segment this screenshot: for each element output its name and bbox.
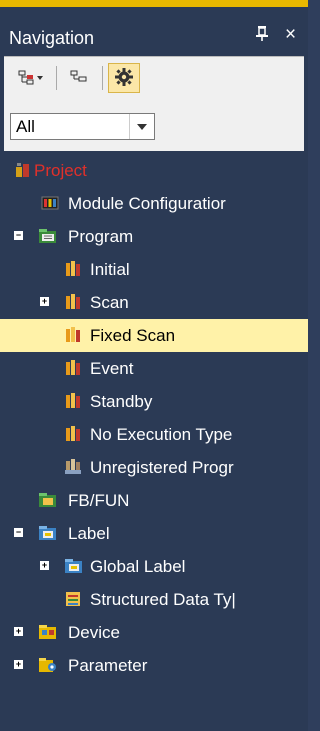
tree-item-label: Global Label (90, 557, 186, 576)
expand-icon[interactable]: + (14, 627, 23, 636)
tree-item-initial[interactable]: Initial (0, 253, 308, 286)
panel-toolbar (4, 56, 304, 101)
tree-item-label-folder[interactable]: − Label (0, 517, 308, 550)
settings-button[interactable] (108, 63, 140, 93)
close-icon[interactable]: × (285, 24, 296, 46)
program-block-icon (64, 260, 82, 278)
program-block-icon (64, 326, 82, 344)
tree-item-event[interactable]: Event (0, 352, 308, 385)
device-icon (38, 623, 56, 641)
panel-active-edge (0, 0, 308, 7)
tree-item-parameter[interactable]: + Parameter (0, 649, 308, 682)
tree-item-label: Module Configuratior (68, 194, 226, 213)
tree-item-global-label[interactable]: + Global Label (0, 550, 308, 583)
list-view-button[interactable] (64, 63, 94, 93)
tree-item-fixed-scan[interactable]: Fixed Scan (0, 319, 308, 352)
program-block-icon (64, 359, 82, 377)
toolbar-separator (102, 66, 103, 90)
navigation-panel: Navigation × All Project Module Configur… (0, 0, 308, 731)
project-icon (14, 161, 32, 179)
filter-bar: All (4, 101, 304, 151)
toolbar-separator (56, 66, 57, 90)
filter-dropdown[interactable]: All (10, 113, 155, 140)
tree-item-label: Structured Data Ty| (90, 590, 236, 609)
tree-item-fb-fun[interactable]: FB/FUN (0, 484, 308, 517)
program-block-icon (64, 425, 82, 443)
expand-icon[interactable]: + (40, 561, 49, 570)
module-configuration-icon (41, 194, 59, 212)
collapse-icon[interactable]: − (14, 528, 23, 537)
settings-gear-icon (114, 67, 134, 90)
tree-item-device[interactable]: + Device (0, 616, 308, 649)
tree-item-label: Parameter (68, 656, 148, 675)
pin-icon[interactable] (255, 25, 269, 46)
unregistered-program-icon (64, 458, 82, 476)
expand-icon[interactable]: + (40, 297, 49, 306)
tree-item-label: Event (90, 359, 134, 378)
tree-item-label: Label (68, 524, 110, 543)
tree-view-icon (18, 69, 44, 88)
collapse-icon[interactable]: − (14, 231, 23, 240)
global-label-icon (64, 557, 82, 575)
tree-item-label: Program (68, 227, 134, 246)
panel-title: Navigation (9, 28, 95, 48)
structured-data-type-icon (64, 590, 82, 608)
tree-view-button[interactable] (12, 63, 50, 93)
tree-item-standby[interactable]: Standby (0, 385, 308, 418)
fb-fun-folder-icon (38, 491, 56, 509)
tree-item-project[interactable]: Project (0, 154, 308, 187)
tree-item-label: Initial (90, 260, 130, 279)
tree-item-module-configuration[interactable]: Module Configuratior (0, 187, 308, 220)
label-folder-icon (38, 524, 56, 542)
project-tree: Project Module Configuratior − Program I… (0, 152, 308, 731)
tree-item-label: Scan (90, 293, 129, 312)
tree-item-unregistered-program[interactable]: Unregistered Progr (0, 451, 308, 484)
parameter-icon (38, 656, 56, 674)
program-block-icon (64, 293, 82, 311)
program-block-icon (64, 392, 82, 410)
list-view-icon (70, 70, 88, 87)
tree-item-label: Device (68, 623, 120, 642)
tree-item-label: Unregistered Progr (90, 458, 234, 477)
chevron-down-icon[interactable] (129, 114, 154, 139)
tree-item-label: Project (34, 161, 87, 180)
tree-item-program[interactable]: − Program (0, 220, 308, 253)
expand-icon[interactable]: + (14, 660, 23, 669)
filter-selected-value: All (16, 117, 35, 136)
panel-titlebar: Navigation × (0, 7, 308, 55)
tree-item-scan[interactable]: + Scan (0, 286, 308, 319)
tree-item-label: Fixed Scan (90, 326, 176, 345)
tree-item-label: Standby (90, 392, 153, 411)
tree-item-label: No Execution Type (90, 425, 233, 444)
tree-item-no-execution-type[interactable]: No Execution Type (0, 418, 308, 451)
tree-item-label: FB/FUN (68, 491, 130, 510)
program-folder-icon (38, 227, 56, 245)
tree-item-structured-data-types[interactable]: Structured Data Ty| (0, 583, 308, 616)
